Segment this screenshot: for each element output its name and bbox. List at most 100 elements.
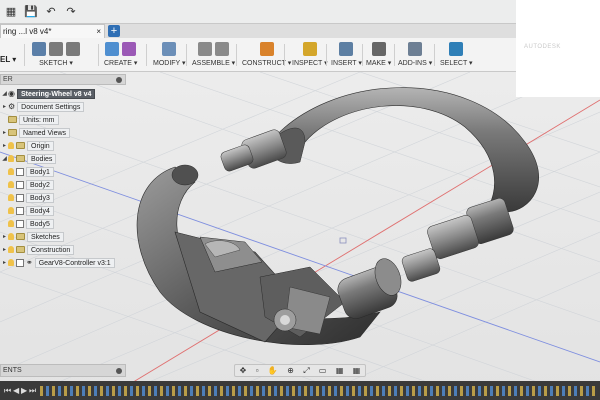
make-group[interactable]: MAKE ▾ (366, 40, 391, 70)
fit-icon[interactable]: ⤢ (303, 366, 309, 376)
panel-pin-icon[interactable] (116, 367, 122, 374)
expand-triangle-icon[interactable]: ▸ (1, 259, 8, 266)
browser-item-body1[interactable]: Body1 (8, 166, 54, 177)
browser-item-body2[interactable]: Body2 (8, 179, 54, 190)
look-at-icon[interactable]: ▫ (256, 366, 259, 375)
timeline-features[interactable] (40, 386, 596, 396)
body-icon (16, 180, 24, 189)
browser-item-label: Construction (27, 244, 75, 255)
browser-header[interactable]: ER (0, 74, 126, 85)
visibility-bulb-icon[interactable] (8, 155, 14, 162)
browser-item-label: Body2 (26, 179, 54, 190)
visibility-bulb-icon[interactable] (8, 142, 14, 149)
select-group[interactable]: SELECT ▾ (440, 40, 473, 70)
timeline-end-icon[interactable]: ⏭ (29, 386, 36, 396)
display-settings-icon[interactable]: ▭ (319, 366, 327, 375)
browser-item-body5[interactable]: Body5 (8, 218, 54, 229)
assemble-group[interactable]: ASSEMBLE ▾ (192, 40, 235, 70)
browser-item-label: GearV8-Controller v3:1 (34, 257, 115, 268)
panel-pin-icon[interactable] (116, 76, 122, 83)
timeline-play-icon[interactable]: ▶ (21, 386, 27, 395)
insert-group[interactable]: INSERT ▾ (331, 40, 362, 70)
folder-icon (16, 233, 25, 240)
close-icon[interactable]: × (96, 27, 101, 36)
create-label: CREATE ▾ (104, 60, 138, 67)
insert-label: INSERT ▾ (331, 60, 362, 67)
comments-panel[interactable]: ENTS (0, 364, 126, 377)
new-tab-button[interactable]: + (108, 25, 120, 37)
visibility-bulb-icon[interactable] (8, 220, 14, 227)
redo-icon[interactable]: ↷ (64, 5, 78, 19)
grid-settings-icon[interactable]: ▦ (336, 366, 344, 375)
workspace-switcher[interactable]: EL ▾ (0, 42, 22, 68)
quick-access-bar: ▦ 💾 ↶ ↷ (0, 0, 600, 24)
browser-item-body4[interactable]: Body4 (8, 205, 54, 216)
browser-item-label: Body5 (26, 218, 54, 229)
grid-icon[interactable]: ▦ (4, 5, 18, 19)
visibility-bulb-icon[interactable] (8, 233, 14, 240)
browser-item-sketches[interactable]: ▸ Sketches (1, 231, 64, 242)
sketch-group[interactable]: SKETCH ▾ (32, 40, 80, 70)
upper-left-shaft (220, 129, 287, 172)
select-icon (449, 42, 464, 56)
create-group[interactable]: CREATE ▾ (104, 40, 137, 70)
body-icon (16, 219, 24, 228)
browser-item-body3[interactable]: Body3 (8, 192, 54, 203)
timeline-start-icon[interactable]: ⏮ (4, 386, 11, 396)
body-icon (16, 206, 24, 215)
visibility-bulb-icon[interactable] (8, 194, 14, 201)
timeline-back-icon[interactable]: ◀ (13, 386, 19, 395)
expand-triangle-icon[interactable]: ▸ (1, 142, 8, 149)
expand-triangle-icon[interactable]: ▸ (1, 246, 8, 253)
collapse-triangle-icon[interactable]: ◢ (1, 155, 8, 162)
toolbar-divider (146, 44, 147, 66)
expand-triangle-icon[interactable]: ▸ (1, 129, 8, 136)
zoom-icon[interactable]: ⊕ (287, 366, 294, 375)
undo-icon[interactable]: ↶ (44, 5, 58, 19)
browser-item-gear-controller[interactable]: ▸ ⚭ GearV8-Controller v3:1 (1, 257, 115, 268)
scripts-icon (408, 42, 423, 56)
browser-item-document-settings[interactable]: ▸ ⚙ Document Settings (1, 101, 85, 112)
root-component-label: Steering-Wheel v8 v4 (16, 88, 96, 99)
toolbar-divider (98, 44, 99, 66)
save-icon[interactable]: 💾 (24, 5, 38, 19)
browser-item-label: Body3 (26, 192, 54, 203)
browser-item-units[interactable]: Units: mm (8, 114, 59, 125)
visibility-bulb-icon[interactable] (8, 207, 14, 214)
add-ins-group[interactable]: ADD-INS ▾ (398, 40, 432, 70)
browser-item-origin[interactable]: ▸ Origin (1, 140, 54, 151)
add-ins-label: ADD-INS ▾ (398, 60, 433, 67)
browser-item-bodies[interactable]: ◢ Bodies (1, 153, 57, 164)
visibility-bulb-icon[interactable] (8, 246, 14, 253)
browser-item-construction[interactable]: ▸ Construction (1, 244, 75, 255)
toolbar-divider (362, 44, 363, 66)
expand-triangle-icon[interactable]: ▸ (1, 103, 8, 110)
browser-item-label: Document Settings (17, 101, 85, 112)
toolbar-divider (326, 44, 327, 66)
visibility-bulb-icon[interactable] (8, 168, 14, 175)
pan-icon[interactable]: ✋ (268, 366, 278, 375)
collapse-triangle-icon[interactable]: ◢ (1, 90, 8, 97)
extrude-icon (105, 42, 120, 56)
document-tab[interactable]: ring ...l v8 v4* × (0, 24, 105, 38)
visibility-bulb-icon[interactable] (8, 259, 14, 266)
folder-icon (16, 142, 25, 149)
joint-icon (215, 42, 230, 56)
browser-item-named-views[interactable]: ▸ Named Views (1, 127, 71, 138)
modify-group[interactable]: MODIFY ▾ (153, 40, 186, 70)
viewports-icon[interactable]: ▦ (353, 366, 361, 375)
toolbar-divider (186, 44, 187, 66)
inspect-group[interactable]: INSPECT ▾ (292, 40, 328, 70)
folder-icon (8, 129, 17, 136)
visibility-bulb-icon[interactable] (8, 181, 14, 188)
sketch-label: SKETCH ▾ (39, 60, 73, 67)
browser-title: ER (3, 76, 13, 83)
new-component-icon (198, 42, 213, 56)
expand-triangle-icon[interactable]: ▸ (1, 233, 8, 240)
browser-root[interactable]: ◢ ◉ Steering-Wheel v8 v4 (1, 88, 96, 99)
make-label: MAKE ▾ (366, 60, 392, 67)
comments-label: ENTS (3, 367, 22, 374)
browser-item-label: Named Views (19, 127, 71, 138)
rectangle-icon (66, 42, 80, 56)
orbit-icon[interactable]: ✥ (240, 366, 247, 375)
